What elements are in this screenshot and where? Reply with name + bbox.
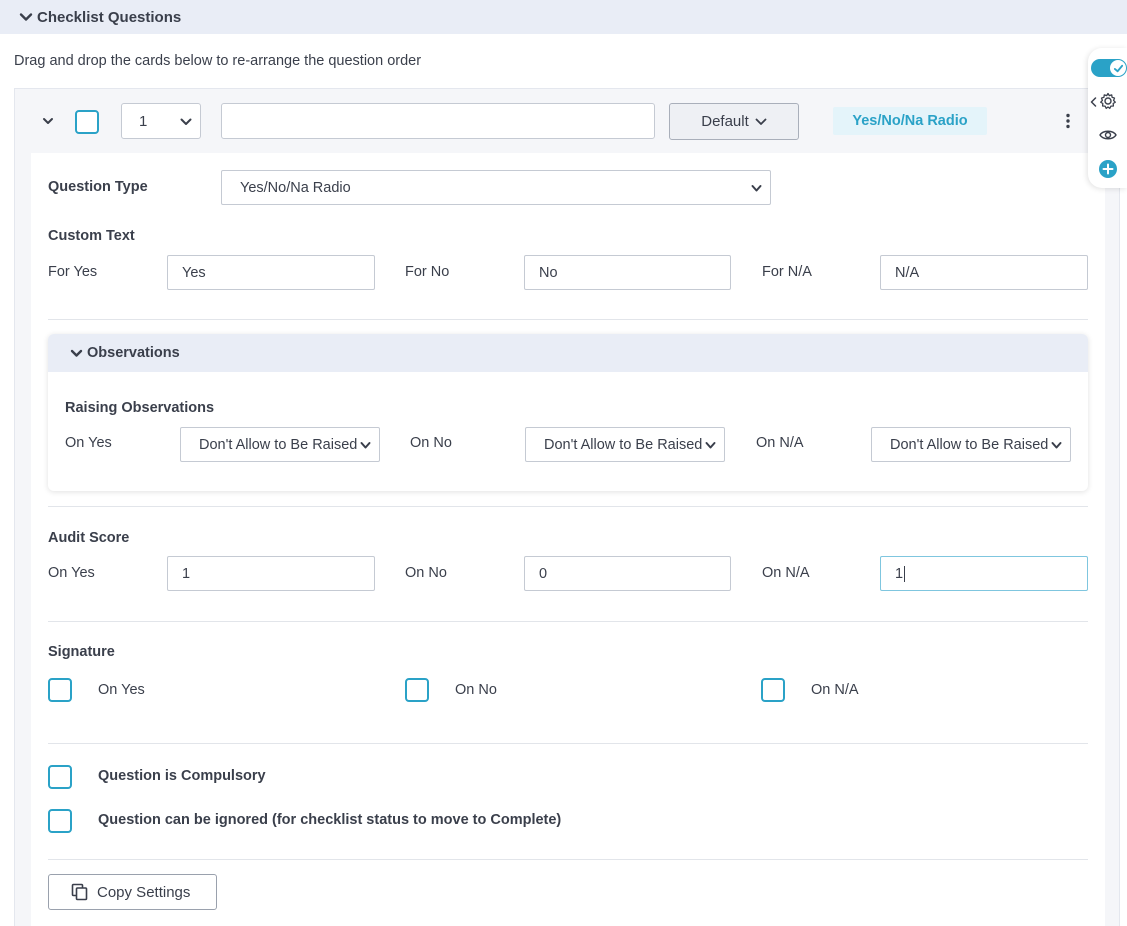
question-type-badge: Yes/No/Na Radio [833,107,987,135]
for-na-label: For N/A [762,264,812,280]
obs-on-na-select[interactable]: Don't Allow to Be Raised [871,427,1071,462]
question-select-checkbox[interactable] [75,110,99,134]
question-card-header: 1 Default Yes/No/Na Radio [15,89,1119,153]
obs-on-no-select[interactable]: Don't Allow to Be Raised [525,427,725,462]
kebab-menu-icon[interactable] [1065,113,1071,129]
question-order-select[interactable]: 1 [121,103,201,139]
chevron-down-icon [751,185,762,192]
score-on-yes-input[interactable]: 1 [167,556,375,591]
question-name-input[interactable] [221,103,655,139]
copy-icon [71,883,88,901]
signature-on-na-checkbox[interactable] [761,678,785,702]
chevron-down-icon [360,441,371,450]
signature-on-no-label: On No [455,682,497,698]
obs-on-no-label: On No [410,435,452,451]
obs-on-yes-select[interactable]: Don't Allow to Be Raised [180,427,380,462]
signature-on-yes-checkbox[interactable] [48,678,72,702]
compulsory-checkbox[interactable] [48,765,72,789]
divider [48,743,1088,744]
score-on-no-label: On No [405,565,447,581]
divider [48,859,1088,860]
obs-on-na-label: On N/A [756,435,804,451]
divider [48,621,1088,622]
default-label: Default [701,113,749,130]
for-yes-label: For Yes [48,264,98,280]
section-header-checklist-questions[interactable]: Checklist Questions [0,0,1127,34]
chevron-down-icon [705,441,716,450]
plus-circle-icon[interactable] [1098,159,1118,179]
signature-on-na-label: On N/A [811,682,859,698]
chevron-down-icon [755,118,767,125]
question-card[interactable]: 1 Default Yes/No/Na Radio Question Type … [14,88,1120,926]
chevron-down-icon [70,349,83,357]
observations-title: Observations [87,345,180,361]
question-type-label: Question Type [48,179,148,195]
chevron-left-icon[interactable] [1090,97,1097,107]
score-on-na-label: On N/A [762,565,810,581]
divider [48,319,1088,320]
floating-toolbar [1088,48,1127,188]
question-type-value: Yes/No/Na Radio [240,179,351,196]
gear-icon[interactable] [1098,91,1118,111]
toggle-icon[interactable] [1091,59,1127,77]
copy-settings-button[interactable]: Copy Settings [48,874,217,910]
compulsory-label: Question is Compulsory [98,768,266,784]
copy-settings-label: Copy Settings [97,883,191,901]
score-on-na-input[interactable]: 1 [880,556,1088,591]
reorder-hint: Drag and drop the cards below to re-arra… [14,53,422,69]
question-settings-panel: Question Type Yes/No/Na Radio Custom Tex… [31,153,1105,926]
obs-on-na-value: Don't Allow to Be Raised [890,436,1049,453]
observations-section: Observations Raising Observations On Yes… [48,334,1088,491]
for-yes-input[interactable]: Yes [167,255,375,290]
collapse-chevron-icon[interactable] [41,114,55,128]
score-on-no-input[interactable]: 0 [524,556,731,591]
question-order-value: 1 [139,112,148,130]
score-on-yes-label: On Yes [48,565,95,581]
chevron-down-icon [180,118,192,125]
custom-text-heading: Custom Text [48,228,135,244]
signature-on-no-checkbox[interactable] [405,678,429,702]
score-on-na-value: 1 [895,565,904,582]
for-no-label: For No [405,264,450,280]
obs-on-yes-value: Don't Allow to Be Raised [199,436,358,453]
raising-observations-heading: Raising Observations [65,400,215,416]
can-be-ignored-label: Question can be ignored (for checklist s… [98,812,562,828]
check-icon [1110,60,1126,76]
default-dropdown-button[interactable]: Default [669,103,799,140]
signature-on-yes-label: On Yes [98,682,145,698]
question-type-select[interactable]: Yes/No/Na Radio [221,170,771,205]
section-title: Checklist Questions [37,8,182,26]
obs-on-no-value: Don't Allow to Be Raised [544,436,703,453]
audit-score-heading: Audit Score [48,530,130,546]
chevron-down-icon [1051,441,1062,450]
observations-header[interactable]: Observations [48,334,1088,372]
obs-on-yes-label: On Yes [65,435,112,451]
text-caret [904,565,906,582]
divider [48,506,1088,507]
for-na-input[interactable]: N/A [880,255,1088,290]
chevron-down-icon [19,13,33,21]
can-be-ignored-checkbox[interactable] [48,809,72,833]
for-no-input[interactable]: No [524,255,731,290]
eye-icon[interactable] [1098,125,1118,145]
signature-heading: Signature [48,644,115,660]
